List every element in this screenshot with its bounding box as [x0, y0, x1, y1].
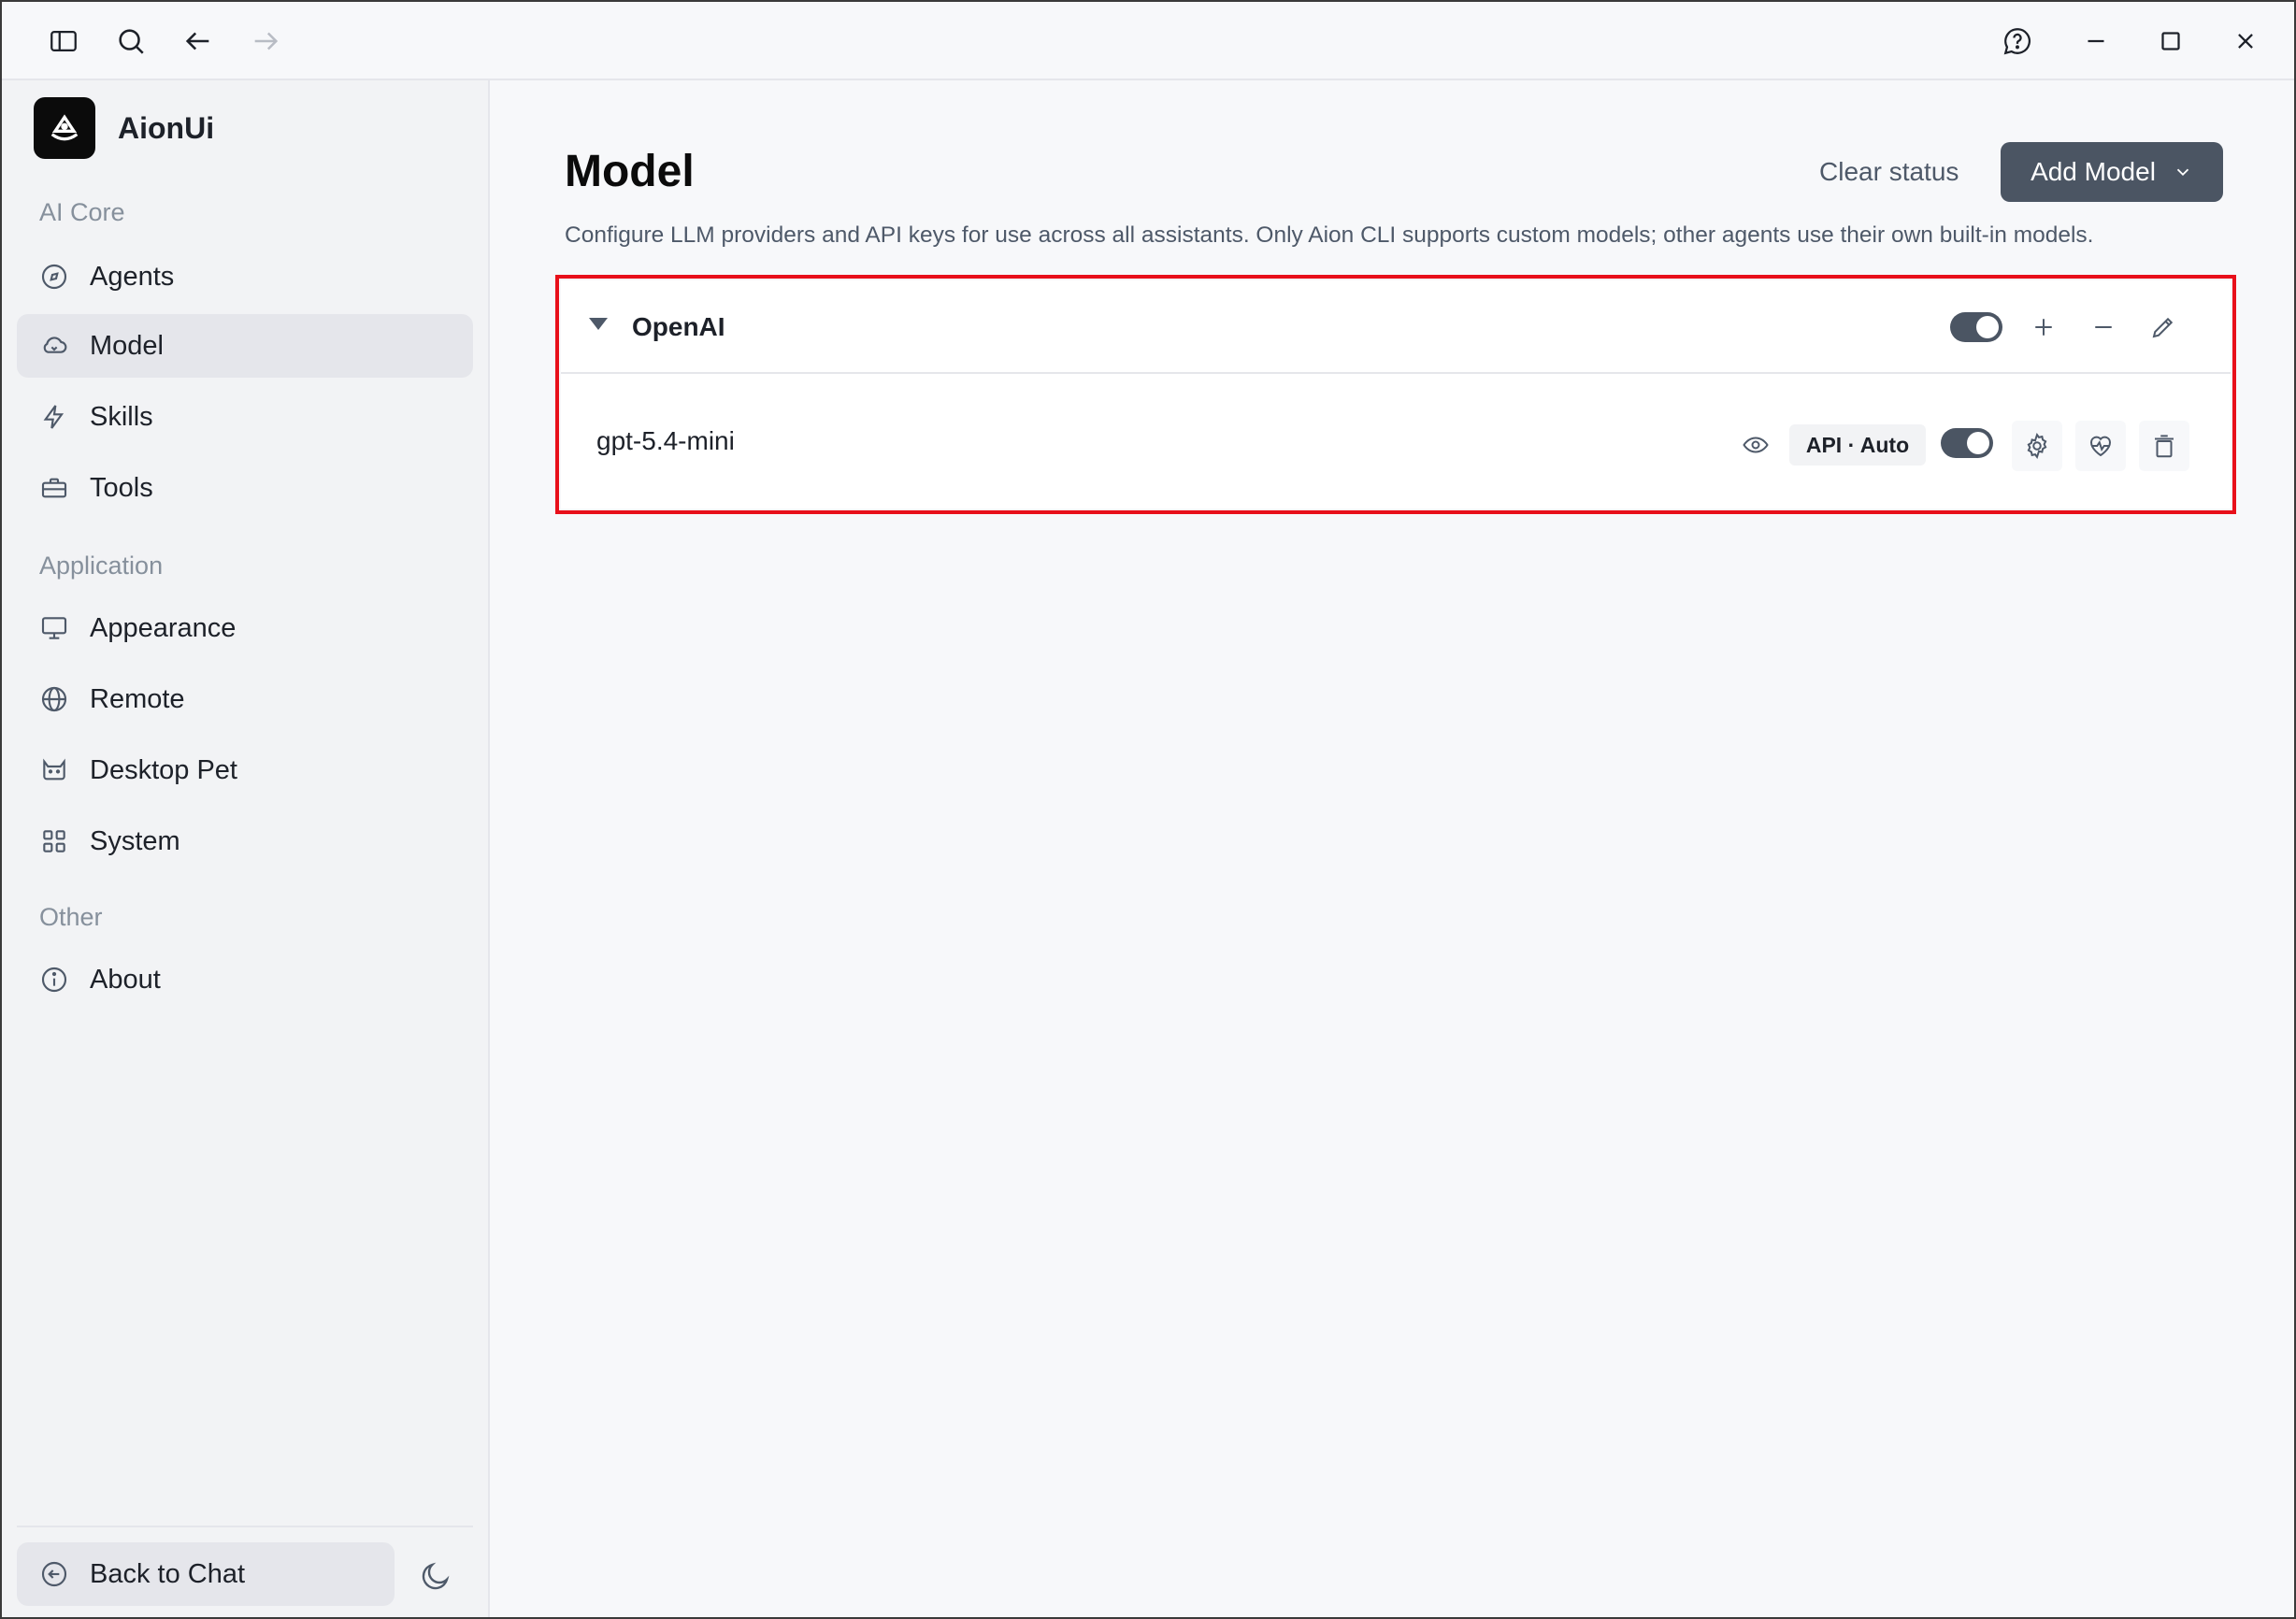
section-label-ai-core: AI Core: [39, 198, 125, 226]
moon-icon[interactable]: [417, 1557, 454, 1595]
maximize-icon[interactable]: [2148, 19, 2193, 64]
compass-icon: [41, 264, 67, 290]
section-label-application: Application: [39, 552, 164, 580]
sidebar-item-label: Appearance: [90, 612, 237, 643]
back-to-chat-button[interactable]: Back to Chat: [17, 1542, 395, 1606]
sidebar-item-system[interactable]: System: [17, 810, 473, 873]
section-label-other: Other: [39, 903, 103, 931]
toolbox-icon: [41, 478, 67, 498]
sidebar-divider: [17, 1526, 473, 1527]
sidebar-item-desktop-pet[interactable]: Desktop Pet: [17, 738, 473, 802]
add-model-label: Add Model: [2031, 157, 2156, 186]
back-arrow-icon[interactable]: [176, 19, 221, 64]
sidebar: AionUi AI Core Agents Model Skills Tools…: [2, 80, 490, 1617]
close-icon[interactable]: [2223, 19, 2268, 64]
sidebar-item-about[interactable]: About: [17, 948, 473, 1011]
back-to-chat-label: Back to Chat: [90, 1558, 246, 1589]
chevron-down-icon: [2176, 168, 2189, 177]
grid-icon: [43, 830, 65, 852]
sidebar-item-label: About: [90, 964, 161, 995]
page-title: Model: [565, 147, 695, 196]
title-bar: [2, 2, 2294, 80]
brand: AionUi: [34, 97, 214, 159]
lightning-icon: [43, 405, 65, 429]
app-name: AionUi: [118, 110, 215, 145]
minimize-icon[interactable]: [2074, 19, 2118, 64]
clear-status-button[interactable]: Clear status: [1819, 157, 1959, 187]
sidebar-item-model[interactable]: Model: [17, 314, 473, 378]
cloud-icon: [43, 337, 67, 353]
sidebar-item-label: System: [90, 825, 180, 856]
cat-icon: [43, 758, 65, 781]
highlight-box: [555, 275, 2236, 514]
forward-arrow-icon[interactable]: [243, 19, 288, 64]
sidebar-item-remote[interactable]: Remote: [17, 667, 473, 731]
sidebar-toggle-icon[interactable]: [41, 19, 86, 64]
app-window: AionUi AI Core Agents Model Skills Tools…: [0, 0, 2296, 1619]
sidebar-item-label: Remote: [90, 683, 185, 714]
app-logo-icon: [34, 97, 95, 159]
sidebar-item-label: Tools: [90, 472, 153, 503]
help-icon[interactable]: [1995, 19, 2040, 64]
page-description: Configure LLM providers and API keys for…: [565, 222, 2094, 248]
add-model-button[interactable]: Add Model: [2001, 142, 2223, 202]
sidebar-item-label: Desktop Pet: [90, 754, 237, 785]
info-icon: [41, 967, 67, 993]
sidebar-item-label: Model: [90, 330, 164, 361]
main-content: Model Clear status Add Model Configure L…: [492, 80, 2294, 1617]
sidebar-item-appearance[interactable]: Appearance: [17, 596, 473, 660]
monitor-icon: [41, 617, 67, 639]
sidebar-item-tools[interactable]: Tools: [17, 456, 473, 520]
globe-icon: [41, 686, 67, 712]
search-icon[interactable]: [108, 19, 153, 64]
sidebar-item-agents[interactable]: Agents: [17, 245, 473, 308]
sidebar-item-skills[interactable]: Skills: [17, 385, 473, 449]
back-circle-icon: [41, 1561, 67, 1587]
sidebar-item-label: Agents: [90, 261, 175, 292]
sidebar-item-label: Skills: [90, 401, 153, 432]
